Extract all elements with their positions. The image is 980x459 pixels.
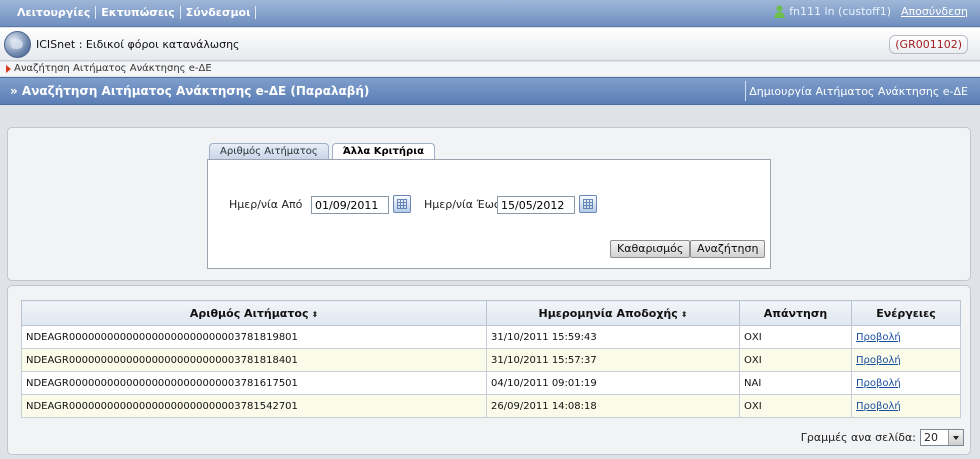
acceptance-date-cell: 26/09/2011 14:08:18 [486,394,740,418]
search-button[interactable]: Αναζήτηση [690,240,766,258]
column-header-acceptance-date[interactable]: Ημερομηνία Αποδοχής ⬍ [486,300,740,326]
column-header-actions: Ενέργειες [851,300,961,326]
calendar-icon[interactable] [579,195,597,213]
request-number-cell: NDEAGR0000000000000000000000000037818198… [21,325,487,349]
menu-item-operations[interactable]: Λειτουργίες [12,6,97,19]
main-menu: Λειτουργίες Εκτυπώσεις Σύνδεσμοι [12,6,257,19]
rows-per-page-value: 20 [924,431,938,444]
actions-cell: Προβολή [851,371,961,395]
table-row: NDEAGR0000000000000000000000000037818184… [21,348,961,372]
table-row: NDEAGR0000000000000000000000000037818198… [21,325,961,349]
actions-cell: Προβολή [851,325,961,349]
app-header: ICISnet : Ειδικοί φόροι κατανάλωσης (GR0… [0,28,980,61]
results-panel: Αριθμός Αιτήματος ⬍ Ημερομηνία Αποδοχής ⬍ … [7,285,971,455]
menu-item-prints[interactable]: Εκτυπώσεις [96,6,181,19]
acceptance-date-cell: 31/10/2011 15:57:37 [486,348,740,372]
chevron-down-icon[interactable] [948,430,963,445]
acceptance-date-cell: 04/10/2011 09:01:19 [486,371,740,395]
column-header-answer: Απάντηση [739,300,852,326]
pagination-controls: Γραμμές ανα σελίδα: 20 [801,429,964,446]
table-header-row: Αριθμός Αιτήματος ⬍ Ημερομηνία Αποδοχής ⬍ … [21,300,961,326]
tab-request-number[interactable]: Αριθμός Αιτήματος [209,143,329,159]
sort-icon: ⬍ [311,309,319,319]
sort-icon: ⬍ [680,309,688,319]
rows-per-page-label: Γραμμές ανα σελίδα: [800,431,916,444]
column-header-label: Αριθμός Αιτήματος [189,306,309,320]
view-link[interactable]: Προβολή [856,355,901,366]
request-number-cell: NDEAGR0000000000000000000000000037816175… [21,371,487,395]
breadcrumb-text: Αναζήτηση Αιτήματος Ανάκτησης e-ΔΕ [14,63,212,74]
page-title: » Αναζήτηση Αιτήματος Ανάκτησης e-ΔΕ (Πα… [10,84,370,98]
table-row: NDEAGR0000000000000000000000000037816175… [21,371,961,395]
user-name: fn111 ln (custoff1) [789,5,892,18]
search-panel: Αριθμός Αιτήματος Άλλα Κριτήρια Ημερ/νία… [7,127,971,281]
header-divider [745,81,746,101]
date-to-input[interactable] [497,196,575,214]
date-from-label: Ημερ/νία Από [229,198,303,211]
view-link[interactable]: Προβολή [856,401,901,412]
view-link[interactable]: Προβολή [856,332,901,343]
request-number-cell: NDEAGR0000000000000000000000000037815427… [21,394,487,418]
top-menu-bar: Λειτουργίες Εκτυπώσεις Σύνδεσμοι fn111 l… [0,0,980,27]
date-to-label: Ημερ/νία Έως [424,198,501,211]
office-code-badge: (GR001102) [889,35,968,54]
table-row: NDEAGR0000000000000000000000000037815427… [21,394,961,418]
globe-logo-icon [4,31,31,58]
tab-other-criteria[interactable]: Άλλα Κριτήρια [331,143,435,160]
rows-per-page-select[interactable]: 20 [920,429,964,446]
current-user: fn111 ln (custoff1) [774,5,891,18]
answer-cell: ΟΧΙ [739,394,852,418]
app-title: ICISnet : Ειδικοί φόροι κατανάλωσης [36,38,240,51]
search-criteria-box: Ημερ/νία Από Ημερ/νία Έως Καθαρισμός Ανα… [207,159,771,269]
answer-cell: ΟΧΙ [739,325,852,349]
date-from-input[interactable] [311,196,389,214]
search-tabs: Αριθμός Αιτήματος Άλλα Κριτήρια [209,143,435,160]
create-request-link[interactable]: Δημιουργία Αιτήματος Ανάκτησης e-ΔΕ [749,85,968,98]
menu-item-links[interactable]: Σύνδεσμοι [181,6,257,19]
results-table: Αριθμός Αιτήματος ⬍ Ημερομηνία Αποδοχής ⬍ … [21,300,961,418]
calendar-icon[interactable] [393,195,411,213]
clear-button[interactable]: Καθαρισμός [610,240,691,258]
answer-cell: ΟΧΙ [739,348,852,372]
user-box: fn111 ln (custoff1) Αποσύνδεση [774,5,968,18]
actions-cell: Προβολή [851,394,961,418]
acceptance-date-cell: 31/10/2011 15:59:43 [486,325,740,349]
breadcrumb: Αναζήτηση Αιτήματος Ανάκτησης e-ΔΕ [0,62,980,76]
page-header: » Αναζήτηση Αιτήματος Ανάκτησης e-ΔΕ (Πα… [0,77,980,105]
user-icon [774,5,785,18]
view-link[interactable]: Προβολή [856,378,901,389]
request-number-cell: NDEAGR0000000000000000000000000037818184… [21,348,487,372]
breadcrumb-arrow-icon [6,65,11,73]
column-header-request-number[interactable]: Αριθμός Αιτήματος ⬍ [21,300,487,326]
answer-cell: ΝΑΙ [739,371,852,395]
logout-link[interactable]: Αποσύνδεση [901,5,968,18]
actions-cell: Προβολή [851,348,961,372]
column-header-label: Ημερομηνία Αποδοχής [538,306,678,320]
